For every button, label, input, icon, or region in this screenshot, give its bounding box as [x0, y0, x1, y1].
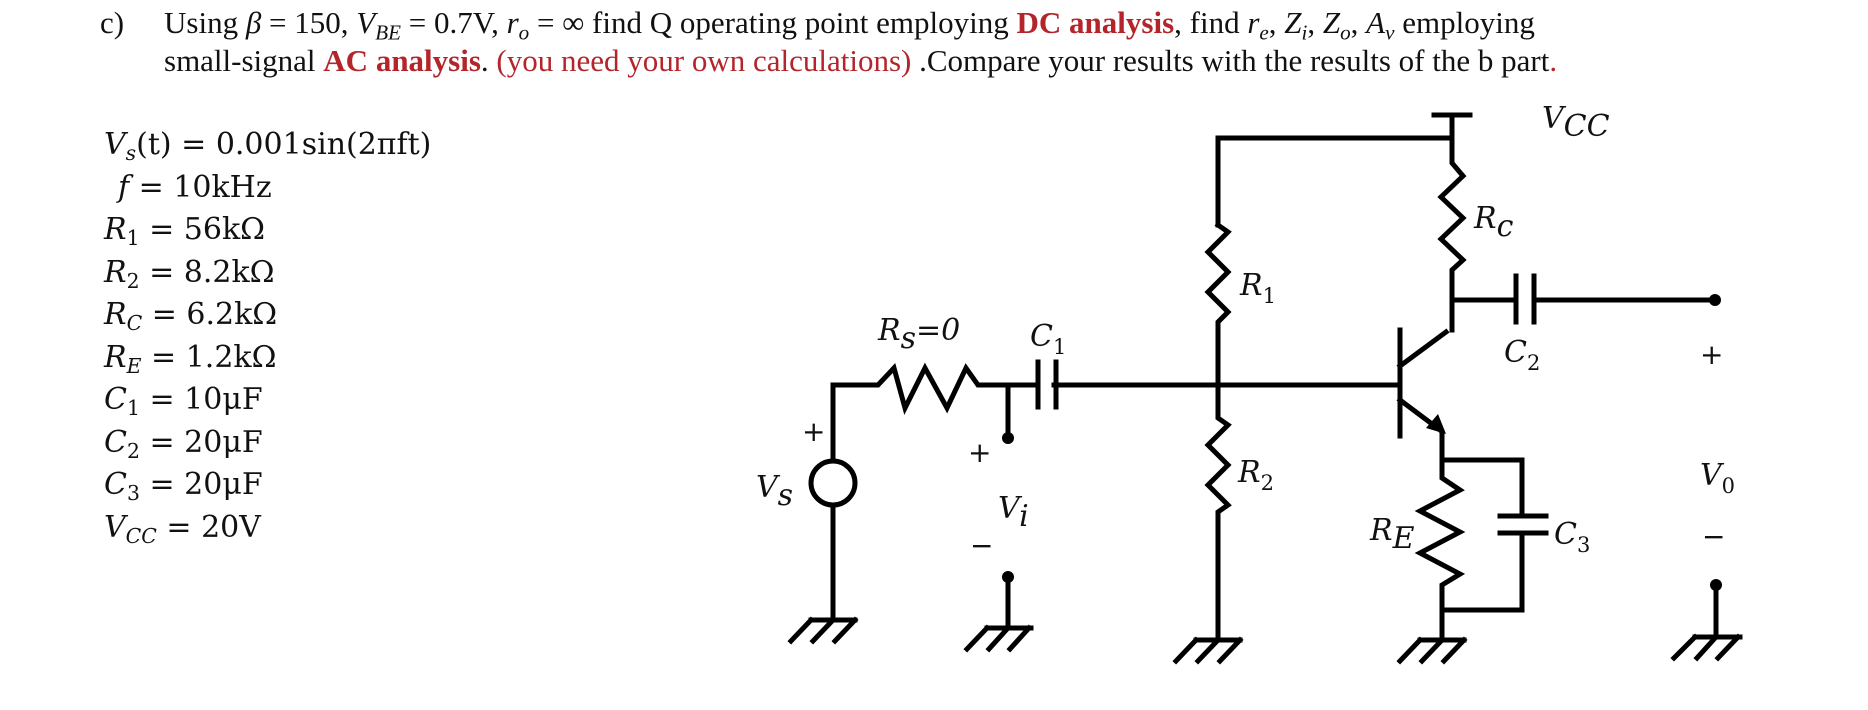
amplifier-schematic: VCC Rc C2 + V0 − R1 R2 RE C3 + Vs Rs=0 C… — [756, 101, 1743, 665]
vi-terminal-dot[interactable] — [1002, 432, 1014, 444]
re-resistor — [1414, 457, 1466, 643]
vi-minus-sign: − — [970, 529, 993, 562]
vs-label: Vs — [756, 470, 793, 513]
ground-icon-vs — [787, 616, 859, 645]
vo-minus-sign: − — [1702, 520, 1725, 553]
rs-resistor — [871, 362, 1041, 415]
c2-label: C2 — [1504, 335, 1540, 375]
voltage-source-icon — [808, 458, 858, 508]
r2-label: R2 — [1237, 455, 1274, 495]
top-rail-wire — [1215, 135, 1455, 228]
ground-icon-vi — [963, 624, 1034, 653]
vi-label: Vi — [998, 491, 1029, 534]
vo-label: V0 — [1700, 458, 1735, 498]
r1-label: R1 — [1239, 268, 1276, 308]
r1-resistor — [1204, 221, 1232, 388]
vs-plus-sign: + — [802, 415, 825, 448]
ground-icon-output — [1670, 633, 1743, 662]
rc-label: Rc — [1473, 201, 1514, 244]
output-terminal-dot[interactable] — [1709, 294, 1721, 306]
vs-top-wire — [830, 382, 877, 464]
vo-ground-terminal-dot[interactable] — [1710, 579, 1722, 591]
transistor-collector-lead — [1396, 328, 1450, 370]
re-label: RE — [1369, 513, 1415, 556]
c1-label: C1 — [1030, 319, 1066, 359]
c3-label: C3 — [1554, 517, 1590, 557]
vo-plus-sign: + — [1700, 338, 1723, 371]
ground-icon-r2 — [1172, 636, 1244, 665]
vi-plus-sign: + — [968, 436, 991, 469]
vcc-label: VCC — [1542, 101, 1610, 144]
r2-resistor — [1204, 382, 1232, 643]
rc-resistor — [1437, 157, 1467, 333]
rs-label: Rs=0 — [877, 313, 960, 356]
vi-ground-terminal-dot[interactable] — [1002, 571, 1014, 583]
ground-icon-re — [1396, 636, 1468, 665]
